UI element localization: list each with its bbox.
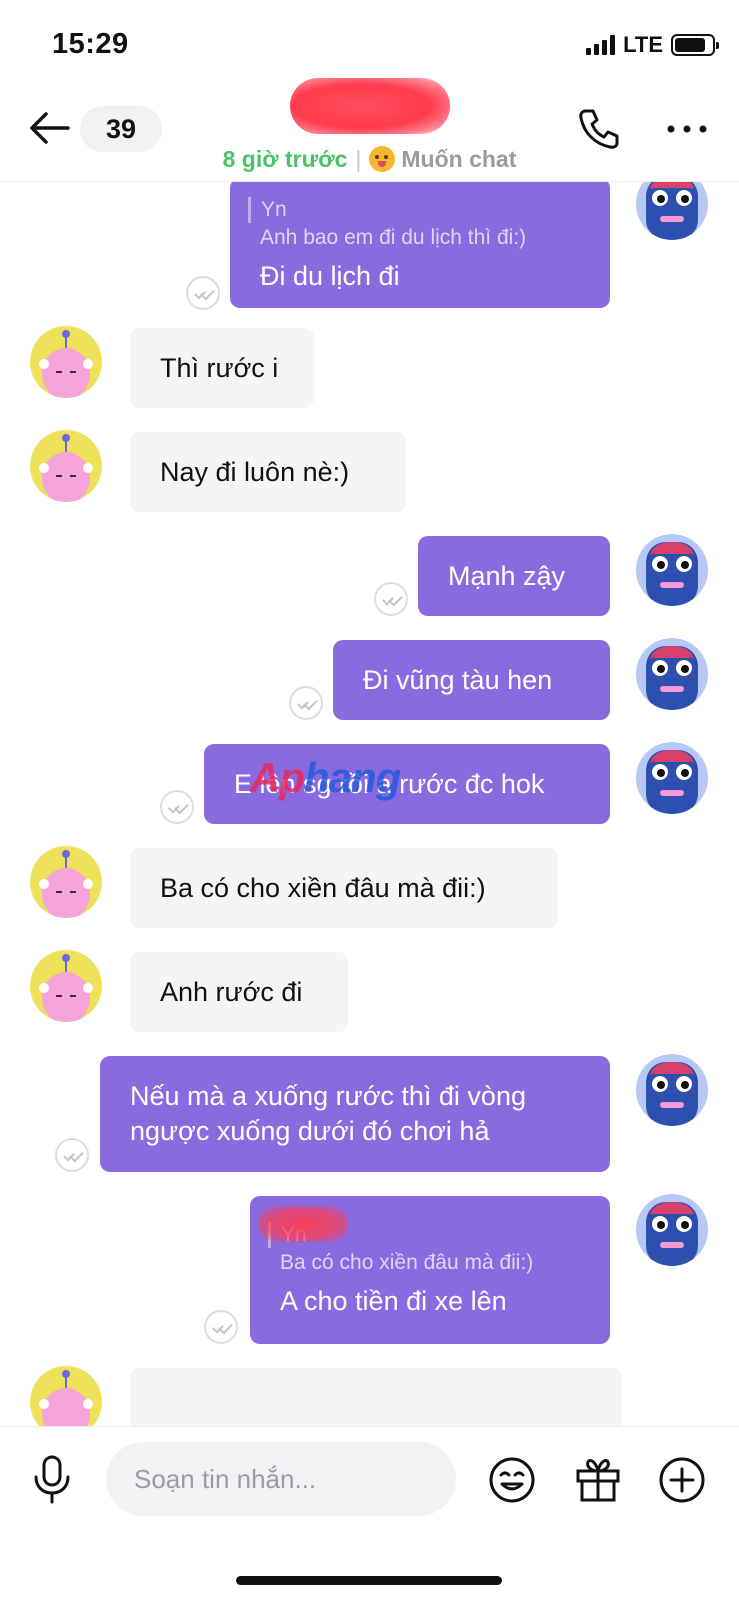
message-text-line1: Nếu mà a xuống rước thì đi vòng xyxy=(130,1081,526,1111)
status-time: 15:29 xyxy=(52,28,129,60)
message-list[interactable]: Yn Anh bao em đi du lịch thì đi:) Đi du … xyxy=(0,182,739,1426)
message-text: Đi du lịch đi xyxy=(260,260,400,291)
message-text: Anh rước đi xyxy=(160,976,303,1007)
seen-status-icon xyxy=(55,1138,89,1172)
message-text: Đi vũng tàu hen xyxy=(363,664,553,695)
outgoing-message[interactable]: Mạnh zậy xyxy=(418,536,610,616)
message-text: Nay đi luôn nè:) xyxy=(160,456,350,487)
avatar[interactable] xyxy=(30,430,102,502)
phone-icon[interactable] xyxy=(577,106,621,150)
avatar[interactable] xyxy=(636,1054,708,1126)
seen-status-icon xyxy=(289,686,323,720)
outgoing-message[interactable]: Đi vũng tàu hen xyxy=(333,640,610,720)
chat-header: 39 8 giờ trước | Muốn chat xyxy=(0,78,739,182)
avatar[interactable] xyxy=(636,638,708,710)
incoming-message[interactable]: Nay đi luôn nè:) xyxy=(130,432,406,512)
incoming-message[interactable]: Anh rước đi xyxy=(130,952,348,1032)
microphone-icon[interactable] xyxy=(32,1455,72,1505)
home-indicator[interactable] xyxy=(236,1576,502,1585)
outgoing-message[interactable]: E lên sg rồi a rước đc hok xyxy=(204,744,610,824)
network-label: LTE xyxy=(623,32,663,57)
outgoing-message[interactable]: Yn Anh bao em đi du lịch thì đi:) Đi du … xyxy=(230,182,610,308)
presence-line: 8 giờ trước | Muốn chat xyxy=(0,146,739,173)
avatar[interactable] xyxy=(30,950,102,1022)
seen-status-icon xyxy=(160,790,194,824)
chat-status-label: Muốn chat xyxy=(401,146,517,172)
more-dots-icon[interactable] xyxy=(665,114,709,144)
message-text: A cho tiền đi xe lên xyxy=(280,1285,507,1316)
redaction-mark xyxy=(258,1206,348,1242)
avatar[interactable] xyxy=(636,742,708,814)
reply-quote-text: Ba có cho xiền đâu mà đii:) xyxy=(280,1250,534,1274)
gift-icon[interactable] xyxy=(574,1455,622,1503)
avatar[interactable] xyxy=(636,534,708,606)
presence-separator: | xyxy=(355,146,362,172)
avatar[interactable] xyxy=(636,1194,708,1266)
back-arrow-icon[interactable] xyxy=(28,108,72,148)
message-text: E lên sg rồi a rước đc hok xyxy=(234,768,545,799)
contact-name-redacted[interactable] xyxy=(290,78,450,134)
emoji-icon[interactable] xyxy=(488,1456,536,1504)
message-input[interactable] xyxy=(106,1442,456,1516)
seen-status-icon xyxy=(186,276,220,310)
message-text: Ba có cho xiền đâu mà đii:) xyxy=(160,872,486,903)
incoming-message[interactable]: Thì rước i xyxy=(130,328,314,408)
reply-sender-name: Yn xyxy=(248,196,580,223)
avatar[interactable] xyxy=(30,326,102,398)
incoming-message[interactable]: Ba có cho xiền đâu mà đii:) xyxy=(130,848,558,928)
signal-icon xyxy=(586,35,616,55)
avatar[interactable] xyxy=(30,846,102,918)
message-composer xyxy=(0,1426,739,1534)
status-bar: 15:29 LTE xyxy=(0,0,739,90)
reply-quote-text: Anh bao em đi du lịch thì đi:) xyxy=(260,225,527,249)
last-active-time: 8 giờ trước xyxy=(222,146,348,172)
message-text-line2: ngược xuống dưới đó chơi hả xyxy=(130,1116,490,1146)
avatar[interactable] xyxy=(636,182,708,240)
incoming-message-partial[interactable] xyxy=(130,1368,622,1426)
message-text: Mạnh zậy xyxy=(448,560,566,591)
message-text: Thì rước i xyxy=(160,352,279,383)
seen-status-icon xyxy=(204,1310,238,1344)
tongue-emoji-icon xyxy=(369,146,396,172)
avatar[interactable] xyxy=(30,1366,102,1426)
status-indicators: LTE xyxy=(586,32,719,58)
outgoing-message[interactable]: Nếu mà a xuống rước thì đi vòng ngược xu… xyxy=(100,1056,610,1172)
battery-icon xyxy=(671,34,719,56)
seen-status-icon xyxy=(374,582,408,616)
plus-circle-icon[interactable] xyxy=(658,1456,706,1504)
